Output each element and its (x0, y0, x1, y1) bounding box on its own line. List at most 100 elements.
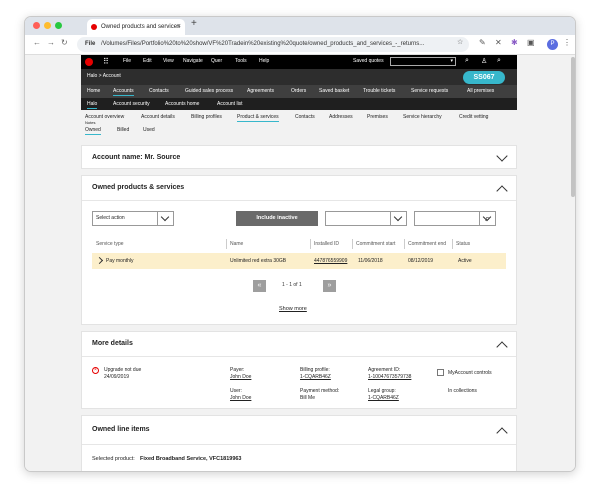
subnav-accounts-home[interactable]: Accounts home (165, 101, 199, 107)
menu-file[interactable]: File (123, 58, 131, 64)
profile-avatar[interactable]: P (547, 39, 558, 50)
menu-navigate[interactable]: Navigate (183, 58, 203, 64)
user-link[interactable]: John Doe (230, 395, 251, 401)
col-service-type: Service type (96, 241, 124, 247)
nav-accounts[interactable]: Accounts (113, 88, 134, 96)
url-scheme: File (85, 41, 96, 47)
status-tab-owned[interactable]: Owned (85, 127, 101, 135)
tab-service-hierarchy[interactable]: Service hierarchy (403, 114, 442, 120)
status-tab-billed[interactable]: Billed (117, 127, 129, 133)
billing-profile-link[interactable]: 1-CQARB46Z (300, 374, 331, 380)
menu-query[interactable]: Quer (211, 58, 222, 64)
user-icon[interactable]: ♙ (481, 57, 487, 65)
menu-help[interactable]: Help (259, 58, 269, 64)
nav-home[interactable]: Home (87, 88, 100, 94)
agreement-id-link[interactable]: 1-10047673579738 (368, 374, 411, 380)
menu-edit[interactable]: Edit (143, 58, 152, 64)
store-badge[interactable]: SS067 (463, 71, 505, 84)
upgrade-status: Upgrade not due (104, 367, 142, 373)
cell-service-type: Pay monthly (106, 258, 134, 264)
maximize-window-icon[interactable] (55, 22, 62, 29)
browser-tab[interactable]: Owned products and services × (87, 19, 185, 35)
more-details-title: More details (92, 340, 133, 347)
payer-link[interactable]: John Doe (230, 374, 251, 380)
table-row[interactable]: Pay monthly Unlimited red extra 30GB 447… (92, 253, 506, 269)
more-details-panel: More details × Upgrade not due 24/09/201… (81, 331, 517, 409)
tab-contacts[interactable]: Contacts (295, 114, 315, 120)
nav-contacts[interactable]: Contacts (149, 88, 169, 94)
legal-group-link[interactable]: 1-CQARB46Z (368, 395, 399, 401)
close-window-icon[interactable] (33, 22, 40, 29)
app-header: Halo > Account SS067 (81, 69, 517, 85)
tab-credit-vetting[interactable]: Credit vetting (459, 114, 488, 120)
account-tabs: Account overview Account details Billing… (81, 110, 517, 138)
nav-guided-sales[interactable]: Guided sales process (185, 88, 233, 94)
page-content: ⠿ File Edit View Navigate Quer Tools Hel… (25, 55, 575, 471)
chevron-up-icon[interactable] (496, 341, 508, 353)
vodafone-logo-icon (85, 58, 93, 66)
app-grid-icon[interactable]: ⠿ (103, 57, 109, 66)
nav-agreements[interactable]: Agreements (247, 88, 274, 94)
sub-nav: Halo Account security Accounts home Acco… (81, 98, 517, 110)
subnav-account-list[interactable]: Account list (217, 101, 243, 107)
col-commitment-end: Commitment end (408, 241, 447, 247)
filter-dropdown[interactable] (325, 211, 407, 226)
tab-notes[interactable]: Notes (85, 120, 95, 125)
nav-saved-basket[interactable]: Saved basket (319, 88, 349, 94)
chevron-right-icon[interactable] (95, 256, 104, 265)
chevron-up-icon[interactable] (496, 185, 508, 197)
menu-view[interactable]: View (163, 58, 174, 64)
reload-icon[interactable]: ↻ (61, 38, 68, 47)
myaccount-checkbox[interactable] (437, 369, 444, 376)
cell-installed-id-link[interactable]: 447876559909 (314, 258, 347, 264)
payment-method-value: Bill Me (300, 395, 316, 401)
nav-trouble-tickets[interactable]: Trouble tickets (363, 88, 395, 94)
select-action-dropdown[interactable]: Select action (92, 211, 174, 226)
include-inactive-button[interactable]: Include inactive (236, 211, 318, 226)
tab-billing-profiles[interactable]: Billing profiles (191, 114, 222, 120)
tab-premises[interactable]: Premises (367, 114, 388, 120)
show-more-link[interactable]: Show more (279, 306, 307, 312)
divider (82, 200, 516, 201)
select-action-value: Select action (96, 215, 125, 221)
tab-addresses[interactable]: Addresses (329, 114, 353, 120)
subnav-account-security[interactable]: Account security (113, 101, 150, 107)
search-icon[interactable]: ⌕ (479, 212, 495, 225)
minimize-window-icon[interactable] (44, 22, 51, 29)
owned-products-title: Owned products & services (92, 184, 185, 191)
saved-quotes-select[interactable]: ▾ (390, 57, 456, 66)
search-icon-secondary[interactable]: ⌕ (497, 57, 501, 65)
tab-account-details[interactable]: Account details (141, 114, 175, 120)
chevron-down-icon[interactable] (496, 150, 508, 162)
search-input[interactable]: ⌕ (414, 211, 496, 226)
owned-products-panel: Owned products & services Select action … (81, 175, 517, 325)
tab-product-services[interactable]: Product & services (237, 114, 279, 122)
col-name: Name (230, 241, 244, 247)
prev-page-button[interactable]: « (253, 280, 266, 292)
subnav-halo[interactable]: Halo (87, 101, 98, 109)
breadcrumb[interactable]: Halo > Account (87, 73, 121, 79)
browser-menu-icon[interactable]: ⋮ (563, 38, 571, 47)
cell-status: Active (458, 258, 472, 264)
tab-title: Owned products and services (101, 24, 181, 30)
address-bar[interactable]: File /Volumes/Files/Portfolio%20to%20sho… (77, 37, 469, 52)
col-commitment-start: Commitment start (356, 241, 396, 247)
extensions-icon[interactable]: ▣ (527, 38, 535, 47)
close-tab-icon[interactable]: × (177, 19, 181, 35)
scrollbar[interactable] (571, 57, 575, 197)
status-tab-used[interactable]: Used (143, 127, 155, 133)
pen-extension-icon[interactable]: ✎ (479, 38, 486, 47)
bookmark-star-icon[interactable]: ☆ (457, 38, 463, 46)
next-page-button[interactable]: » (323, 280, 336, 292)
nav-orders[interactable]: Orders (291, 88, 306, 94)
forward-icon[interactable]: → (47, 38, 55, 47)
x-extension-icon[interactable]: ✕ (495, 38, 502, 47)
nav-all-premises[interactable]: All premises (467, 88, 494, 94)
menu-tools[interactable]: Tools (235, 58, 247, 64)
back-icon[interactable]: ← (33, 38, 41, 47)
new-tab-icon[interactable]: + (191, 18, 197, 29)
nav-service-requests[interactable]: Service requests (411, 88, 448, 94)
search-icon[interactable]: ⌕ (465, 57, 469, 65)
puzzle-extension-icon[interactable]: ✱ (511, 38, 518, 47)
chevron-up-icon[interactable] (496, 427, 508, 439)
